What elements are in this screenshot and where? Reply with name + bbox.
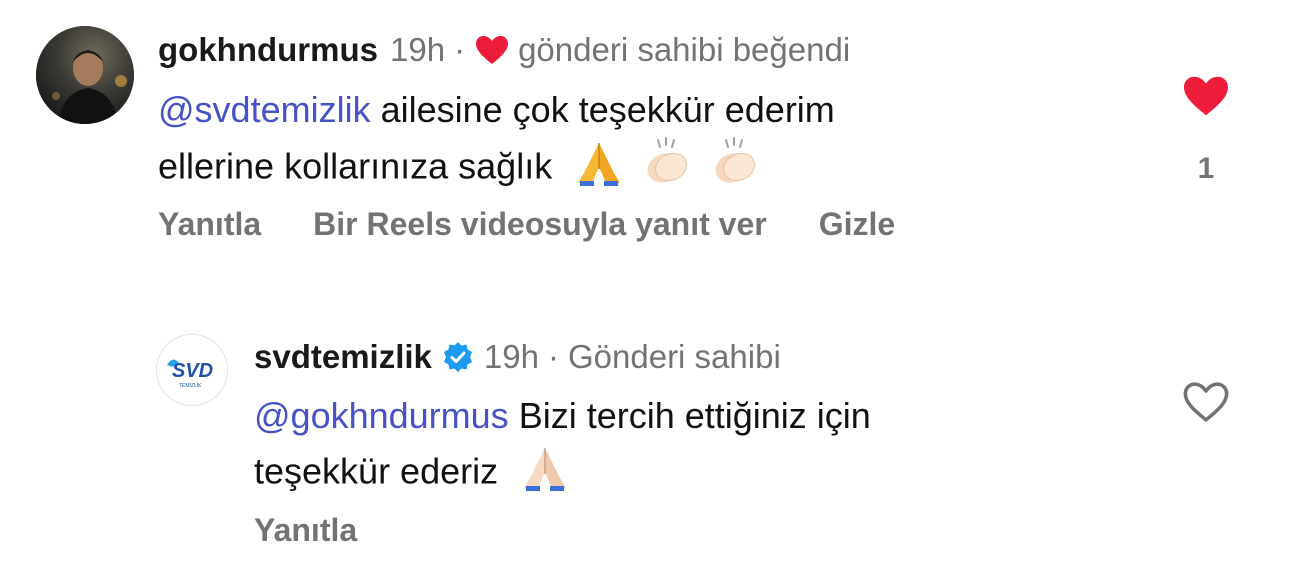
- comment-item: gokhndurmus 19h · gönderi sahibi beğendi…: [0, 0, 1290, 290]
- comment-text-line1: Bizi tercih ettiğiniz için: [518, 395, 871, 436]
- comment-text-line2: ellerine kollarınıza sağlık: [158, 145, 553, 187]
- comment-actions: Yanıtla Bir Reels videosuyla yanıt ver G…: [158, 206, 895, 243]
- folded-hands-emoji: [572, 137, 626, 201]
- mention-link[interactable]: @svdtemizlik: [158, 89, 371, 130]
- clapping-hands-emoji: [638, 136, 694, 202]
- avatar[interactable]: [36, 26, 134, 124]
- owner-label: Gönderi sahibi: [567, 338, 781, 375]
- comment-text: @gokhndurmus Bizi tercih ettiğiniz için …: [254, 390, 1134, 506]
- heart-filled-icon: [474, 34, 510, 66]
- reply-button[interactable]: Yanıtla: [158, 206, 261, 243]
- logo-subtext: TEMİZLİK: [179, 382, 202, 389]
- like-button[interactable]: [1176, 74, 1236, 123]
- heart-outline-icon: [1183, 382, 1229, 422]
- separator: ·: [547, 338, 559, 375]
- separator: ·: [454, 31, 466, 68]
- comment-text-line1: ailesine çok teşekkür ederim: [380, 89, 835, 130]
- heart-filled-icon: [1184, 76, 1228, 116]
- folded-hands-emoji: [518, 442, 572, 506]
- like-button[interactable]: [1176, 380, 1236, 429]
- svd-logo: SVD TEMİZLİK: [167, 359, 213, 389]
- comment-text: @svdtemizlik ailesine çok teşekkür ederi…: [158, 84, 1058, 202]
- reply-item: SVD TEMİZLİK svdtemizlik 19h · Gönderi s…: [0, 290, 1290, 572]
- timestamp: 19h: [390, 31, 446, 68]
- logo-text: SVD: [172, 360, 213, 382]
- liked-by-owner-label: gönderi sahibi beğendi: [518, 31, 851, 68]
- verified-badge-icon: [442, 341, 474, 373]
- avatar[interactable]: SVD TEMİZLİK: [156, 334, 228, 406]
- reels-reply-button[interactable]: Bir Reels videosuyla yanıt ver: [313, 206, 767, 243]
- like-count[interactable]: 1: [1176, 152, 1236, 186]
- comment-text-line2: teşekkür ederiz: [254, 450, 499, 492]
- username[interactable]: gokhndurmus: [158, 30, 378, 70]
- timestamp: 19h: [483, 338, 539, 375]
- comment-actions: Yanıtla: [254, 512, 357, 549]
- reply-button[interactable]: Yanıtla: [254, 512, 357, 549]
- comment-meta: svdtemizlik 19h · Gönderi sahibi: [254, 337, 781, 377]
- profile-photo: [36, 26, 134, 124]
- mention-link[interactable]: @gokhndurmus: [254, 395, 509, 436]
- clapping-hands-emoji: [706, 136, 762, 202]
- username[interactable]: svdtemizlik: [254, 337, 432, 377]
- hide-button[interactable]: Gizle: [819, 206, 895, 243]
- comment-meta: gokhndurmus 19h · gönderi sahibi beğendi: [158, 30, 850, 70]
